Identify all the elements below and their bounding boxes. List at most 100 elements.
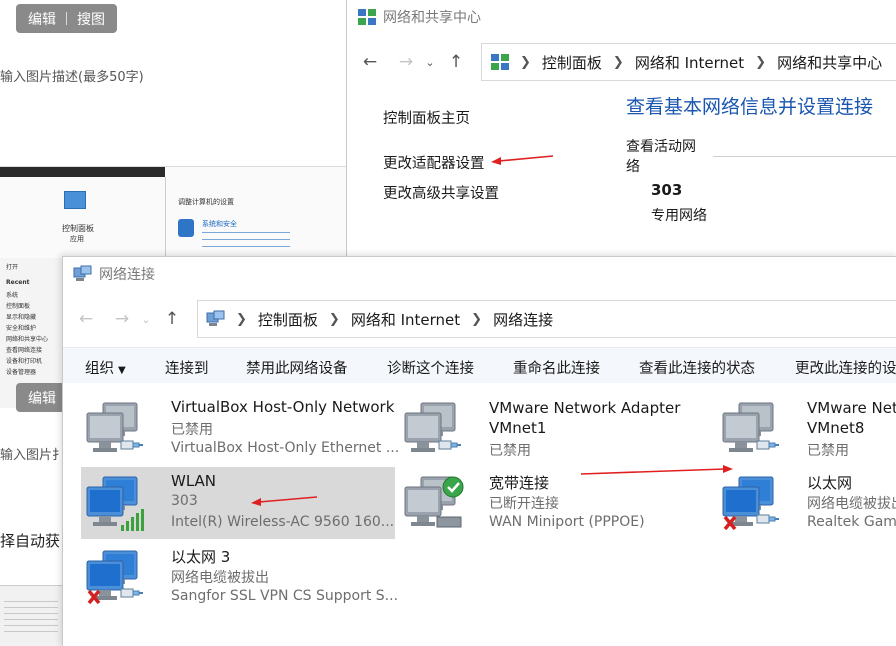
breadcrumb-control-panel[interactable]: 控制面板 bbox=[542, 52, 602, 73]
adapter-device: VirtualBox Host-Only Ethernet ... bbox=[171, 440, 400, 456]
network-connections-icon bbox=[73, 265, 93, 283]
red-arrow bbox=[251, 496, 318, 506]
breadcrumb-separator-icon: ❯ bbox=[520, 54, 531, 70]
breadcrumb-network-internet[interactable]: 网络和 Internet bbox=[635, 52, 744, 73]
adapter-status: 已禁用 bbox=[807, 443, 849, 459]
network-sharing-center-window: 网络和共享中心 ← → ⌄ ↑ ❯ 控制面板 ❯ 网络和 Internet ❯ … bbox=[346, 0, 896, 259]
window-titlebar: 网络连接 bbox=[63, 257, 896, 291]
list-item-virtualbox[interactable]: VirtualBox Host-Only Network 已禁用 Virtual… bbox=[81, 393, 399, 465]
network-center-icon bbox=[357, 8, 377, 26]
adapter-name: 以太网 3 bbox=[171, 548, 231, 566]
thumb-sidebar-item: 安全和维护 bbox=[6, 325, 37, 332]
control-panel-home-link[interactable]: 控制面板主页 bbox=[383, 107, 470, 128]
address-bar[interactable]: ❯ 控制面板 ❯ 网络和 Internet ❯ 网络和共享中心 bbox=[481, 43, 896, 81]
breadcrumb-network-connections[interactable]: 网络连接 bbox=[493, 309, 553, 330]
list-item-ethernet[interactable]: 以太网 网络电缆被拔出 Realtek Gaming bbox=[717, 467, 896, 539]
organize-menu[interactable]: 组织 ▼ bbox=[85, 357, 126, 378]
list-item-vmnet8[interactable]: VMware Netwo VMnet8 已禁用 bbox=[717, 393, 896, 465]
connect-to-button[interactable]: 连接到 bbox=[165, 357, 209, 378]
caret-down-icon: ▼ bbox=[118, 365, 126, 376]
thumb-sidebar-item: 打开 bbox=[6, 264, 19, 271]
thumb-sidebar-item: 网络和共享中心 bbox=[6, 336, 49, 343]
list-item-vmnet1[interactable]: VMware Network Adapter VMnet1 已禁用 bbox=[399, 393, 713, 465]
adapter-device: WAN Miniport (PPPOE) bbox=[489, 514, 645, 530]
thumb-sidebar-item: 设备和打印机 bbox=[6, 358, 43, 365]
address-bar[interactable]: ❯ 控制面板 ❯ 网络和 Internet ❯ 网络连接 bbox=[197, 300, 896, 338]
change-settings-button[interactable]: 更改此连接的设 bbox=[795, 357, 896, 378]
edit-button[interactable]: 编辑 bbox=[28, 388, 56, 408]
list-item-wlan[interactable]: WLAN 303 Intel(R) Wireless-AC 9560 160..… bbox=[81, 467, 395, 539]
thumb-control-panel-label: 控制面板 bbox=[62, 224, 94, 233]
window-title: 网络连接 bbox=[99, 267, 155, 283]
breadcrumb-separator-icon: ❯ bbox=[328, 311, 340, 327]
image-toolbar-top: 编辑 搜图 bbox=[16, 4, 117, 33]
breadcrumb-separator-icon: ❯ bbox=[755, 54, 767, 70]
adapter-status: 303 bbox=[171, 493, 198, 509]
ethernet-adapter-icon bbox=[721, 475, 779, 531]
image-description-input[interactable]: 输入图片扌 bbox=[0, 444, 65, 463]
adapter-name-line2: VMnet1 bbox=[489, 419, 547, 437]
thumb-adjust-settings: 调整计算机的设置 bbox=[178, 198, 234, 206]
adapter-name: WLAN bbox=[171, 472, 217, 490]
back-arrow-icon[interactable]: ← bbox=[357, 52, 383, 72]
forward-arrow-icon[interactable]: → bbox=[393, 52, 419, 72]
adapter-status: 已禁用 bbox=[171, 422, 213, 438]
shield-icon bbox=[178, 219, 194, 237]
adapter-status: 已禁用 bbox=[489, 443, 531, 459]
adapter-name: 宽带连接 bbox=[489, 474, 550, 492]
image-description-input[interactable]: 输入图片描述(最多50字) bbox=[0, 66, 144, 85]
breadcrumb-separator-icon: ❯ bbox=[236, 311, 247, 327]
adapter-status: 已断开连接 bbox=[489, 496, 559, 512]
image-search-button[interactable]: 搜图 bbox=[77, 9, 105, 29]
window-title: 网络和共享中心 bbox=[383, 10, 481, 26]
diagnose-button[interactable]: 诊断这个连接 bbox=[387, 357, 474, 378]
chevron-down-icon[interactable]: ⌄ bbox=[137, 313, 155, 326]
ethernet-adapter-icon bbox=[85, 549, 143, 605]
thumb-sidebar-item: 系统 bbox=[6, 292, 19, 299]
chevron-down-icon[interactable]: ⌄ bbox=[421, 56, 439, 69]
forward-arrow-icon[interactable]: → bbox=[109, 309, 135, 329]
adapter-name-line2: VMnet8 bbox=[807, 419, 865, 437]
edit-button[interactable]: 编辑 bbox=[28, 9, 56, 29]
network-adapter-icon bbox=[721, 401, 779, 459]
breadcrumb-control-panel[interactable]: 控制面板 bbox=[258, 309, 318, 330]
red-arrow bbox=[491, 155, 554, 165]
back-arrow-icon[interactable]: ← bbox=[73, 309, 99, 329]
thumb-sidebar-item: Recent bbox=[6, 279, 30, 286]
command-bar: 组织 ▼ 连接到 禁用此网络设备 诊断这个连接 重命名此连接 查看此连接的状态 更… bbox=[63, 347, 896, 383]
network-name: 303 bbox=[651, 181, 683, 199]
up-arrow-icon[interactable]: ↑ bbox=[443, 52, 469, 72]
organize-label: 组织 bbox=[85, 361, 114, 377]
breadcrumb-separator-icon: ❯ bbox=[612, 54, 624, 70]
screenshot-thumbnail bbox=[0, 585, 62, 646]
network-connections-icon bbox=[206, 309, 226, 329]
thumb-control-panel-sub: 应用 bbox=[70, 235, 84, 243]
disable-device-button[interactable]: 禁用此网络设备 bbox=[246, 357, 348, 378]
adapter-status: 网络电缆被拔出 bbox=[171, 570, 269, 586]
breadcrumb-network-internet[interactable]: 网络和 Internet bbox=[351, 309, 460, 330]
thumbnail-titlebar bbox=[0, 167, 165, 177]
active-networks-label: 查看活动网络 bbox=[626, 139, 696, 175]
breadcrumb-network-center[interactable]: 网络和共享中心 bbox=[777, 52, 882, 73]
window-titlebar: 网络和共享中心 bbox=[347, 0, 896, 34]
thumb-system-security: 系统和安全 bbox=[202, 220, 237, 228]
change-adapter-settings-link[interactable]: 更改适配器设置 bbox=[383, 152, 485, 173]
adapter-status: 网络电缆被拔出 bbox=[807, 496, 896, 512]
up-arrow-icon[interactable]: ↑ bbox=[159, 309, 185, 329]
rename-button[interactable]: 重命名此连接 bbox=[513, 357, 600, 378]
network-type: 专用网络 bbox=[651, 208, 707, 224]
active-networks-section: 查看活动网络 bbox=[626, 136, 896, 176]
thumb-link-lines bbox=[202, 229, 290, 251]
list-item-ethernet-3[interactable]: 以太网 3 网络电缆被拔出 Sangfor SSL VPN CS Support… bbox=[81, 541, 398, 613]
screenshot-thumbnail: 控制面板 应用 调整计算机的设置 系统和安全 bbox=[0, 166, 346, 258]
control-panel-icon bbox=[64, 191, 86, 209]
thumb-sidebar-item: 设备管理器 bbox=[6, 369, 37, 376]
thumb-lines bbox=[4, 596, 58, 636]
page-heading: 查看基本网络信息并设置连接 bbox=[626, 96, 874, 118]
network-adapter-icon bbox=[403, 401, 461, 459]
change-advanced-sharing-link[interactable]: 更改高级共享设置 bbox=[383, 182, 499, 203]
red-arrow bbox=[580, 465, 733, 475]
network-center-icon bbox=[490, 52, 510, 72]
view-status-button[interactable]: 查看此连接的状态 bbox=[639, 357, 755, 378]
adapter-device: Realtek Gaming bbox=[807, 514, 896, 530]
